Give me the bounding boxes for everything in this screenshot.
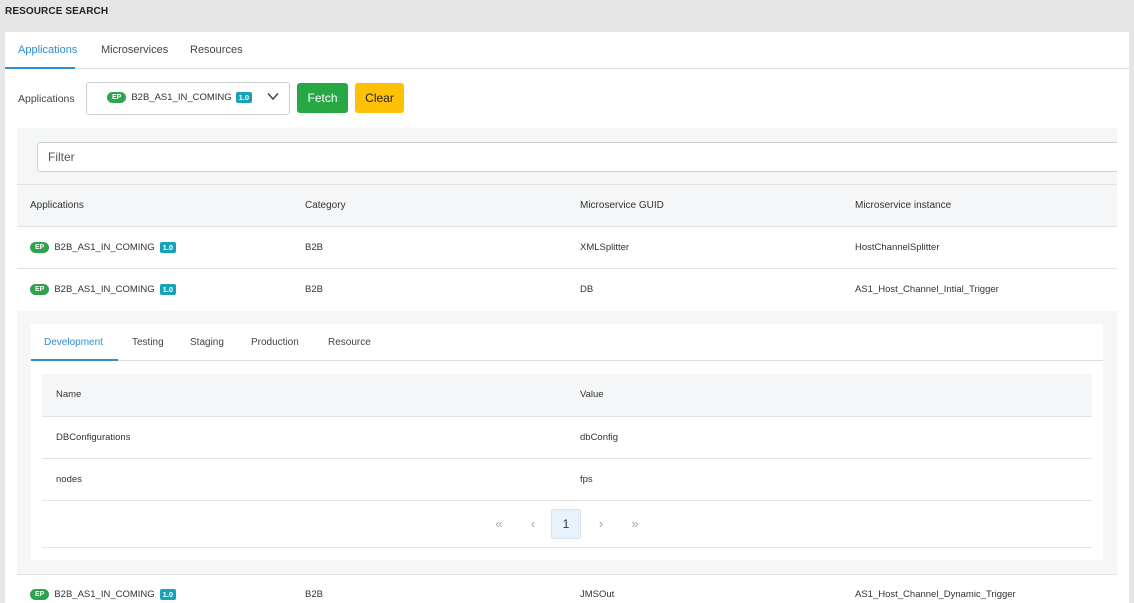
column-header-microservice-instance: Microservice instance [855,200,952,211]
config-value: fps [580,474,593,485]
column-header-category: Category [305,200,346,211]
column-header-applications: Applications [30,200,84,211]
column-header-microservice-guid: Microservice GUID [580,200,664,211]
guid-cell: DB [580,284,594,295]
ep-badge: EP [30,284,50,295]
main-tabs: Applications Microservices Resources [5,32,1129,69]
application-name: B2B_AS1_IN_COMING [54,589,155,600]
instance-cell: AS1_Host_Channel_Dynamic_Trigger [855,589,1016,600]
guid-cell: XMLSplitter [580,242,630,253]
version-badge: 1.0 [159,589,177,600]
table-header: Applications Category Microservice GUID … [17,184,1117,227]
environment-tabs: Development Testing Staging Production R… [31,324,1103,361]
config-table: Name Value DBConfigurations dbConfig nod… [42,374,1092,548]
config-name: nodes [56,474,82,485]
pagination: « ‹ 1 › » [42,500,1092,548]
fetch-button[interactable]: Fetch [297,83,348,113]
table-row[interactable]: EP B2B_AS1_IN_COMING 1.0 B2B JMSOut AS1_Ho… [17,574,1117,603]
last-page-button[interactable]: » [620,509,650,539]
selected-application: EP B2B_AS1_IN_COMING 1.0 [107,92,253,103]
category-cell: B2B [305,589,323,600]
config-row: nodes fps [42,458,1092,501]
row-detail-panel: Development Testing Staging Production R… [31,324,1103,560]
version-badge: 1.0 [159,242,177,253]
application-cell: EP B2B_AS1_IN_COMING 1.0 [30,589,177,600]
category-cell: B2B [305,284,323,295]
tab-development[interactable]: Development [44,337,103,348]
version-badge: 1.0 [235,92,253,103]
application-name: B2B_AS1_IN_COMING [54,242,155,253]
active-tab-indicator [5,67,75,69]
category-cell: B2B [305,242,323,253]
tab-production[interactable]: Production [251,337,299,348]
column-header-value: Value [580,389,604,400]
applications-select[interactable]: EP B2B_AS1_IN_COMING 1.0 [86,82,290,115]
applications-select-label: Applications [18,93,75,105]
application-cell: EP B2B_AS1_IN_COMING 1.0 [30,284,177,295]
instance-cell: HostChannelSplitter [855,242,940,253]
instance-cell: AS1_Host_Channel_Intial_Trigger [855,284,999,295]
guid-cell: JMSOut [580,589,615,600]
selected-application-name: B2B_AS1_IN_COMING [131,92,232,103]
tab-resources[interactable]: Resources [190,44,243,56]
results-panel: Applications Category Microservice GUID … [17,128,1117,603]
version-badge: 1.0 [159,284,177,295]
filter-input[interactable] [37,142,1117,172]
next-page-button[interactable]: › [586,509,616,539]
tab-microservices[interactable]: Microservices [101,44,168,56]
ep-badge: EP [30,242,50,253]
clear-button[interactable]: Clear [355,83,404,113]
column-header-name: Name [56,389,82,400]
application-name: B2B_AS1_IN_COMING [54,284,155,295]
chevron-down-icon[interactable] [267,92,279,104]
tab-resource[interactable]: Resource [328,337,371,348]
tab-staging[interactable]: Staging [190,337,224,348]
config-row: DBConfigurations dbConfig [42,416,1092,459]
application-cell: EP B2B_AS1_IN_COMING 1.0 [30,242,177,253]
config-table-header: Name Value [42,374,1092,416]
config-value: dbConfig [580,432,619,443]
table-row-expanded[interactable]: EP B2B_AS1_IN_COMING 1.0 B2B DB AS1_Host_C… [17,268,1117,311]
page-1-button[interactable]: 1 [551,509,581,539]
active-tab-indicator [31,359,118,361]
prev-page-button[interactable]: ‹ [518,509,548,539]
table-row[interactable]: EP B2B_AS1_IN_COMING 1.0 B2B XMLSplitter H… [17,226,1117,269]
page-title: RESOURCE SEARCH [5,6,109,17]
first-page-button[interactable]: « [484,509,514,539]
main-card: Applications Microservices Resources App… [5,32,1129,603]
tab-applications[interactable]: Applications [18,44,77,56]
ep-badge: EP [107,92,127,103]
config-name: DBConfigurations [56,432,131,443]
tab-testing[interactable]: Testing [132,337,164,348]
ep-badge: EP [30,589,50,600]
